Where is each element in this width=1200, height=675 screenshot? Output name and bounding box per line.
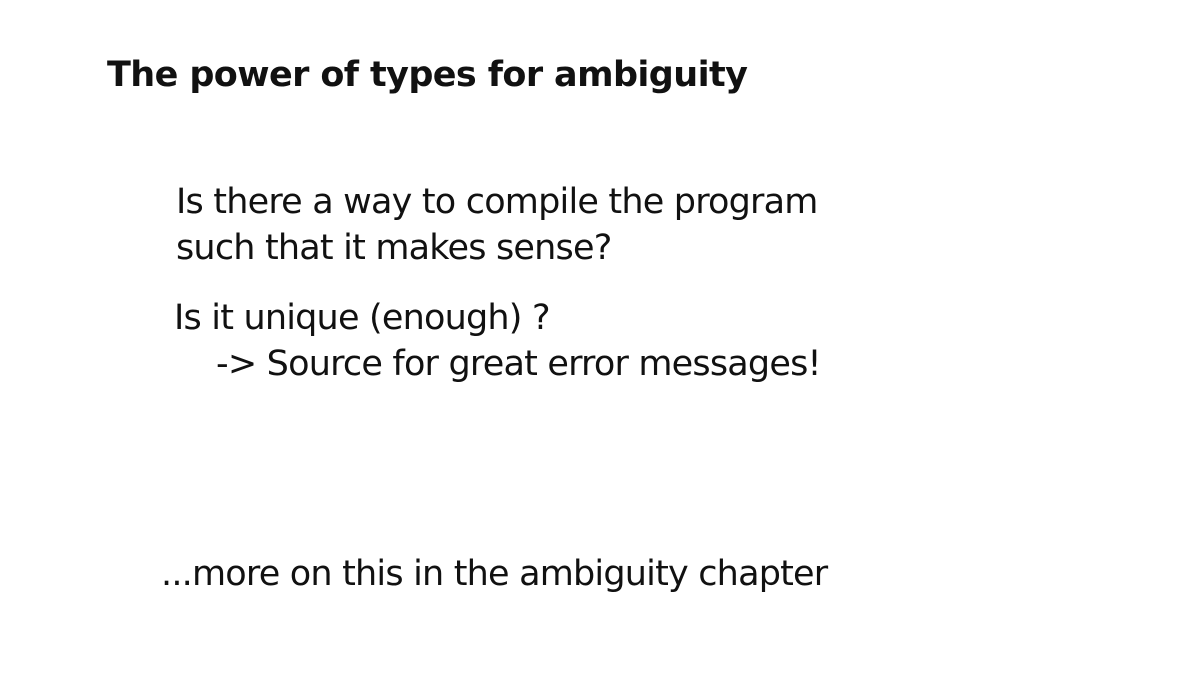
footer-note: ...more on this in the ambiguity chapter [161, 554, 828, 594]
question-compile: Is there a way to compile the program su… [176, 179, 818, 271]
question-unique-line-1: Is it unique (enough) ? [174, 298, 551, 338]
slide-title: The power of types for ambiguity [107, 55, 748, 95]
slide: The power of types for ambiguity Is ther… [0, 0, 1200, 675]
question-unique: Is it unique (enough) ? -> Source for gr… [174, 295, 822, 387]
question-unique-line-2: -> Source for great error messages! [216, 344, 822, 384]
question-compile-line-2: such that it makes sense? [176, 228, 612, 268]
question-compile-line-1: Is there a way to compile the program [176, 182, 818, 222]
